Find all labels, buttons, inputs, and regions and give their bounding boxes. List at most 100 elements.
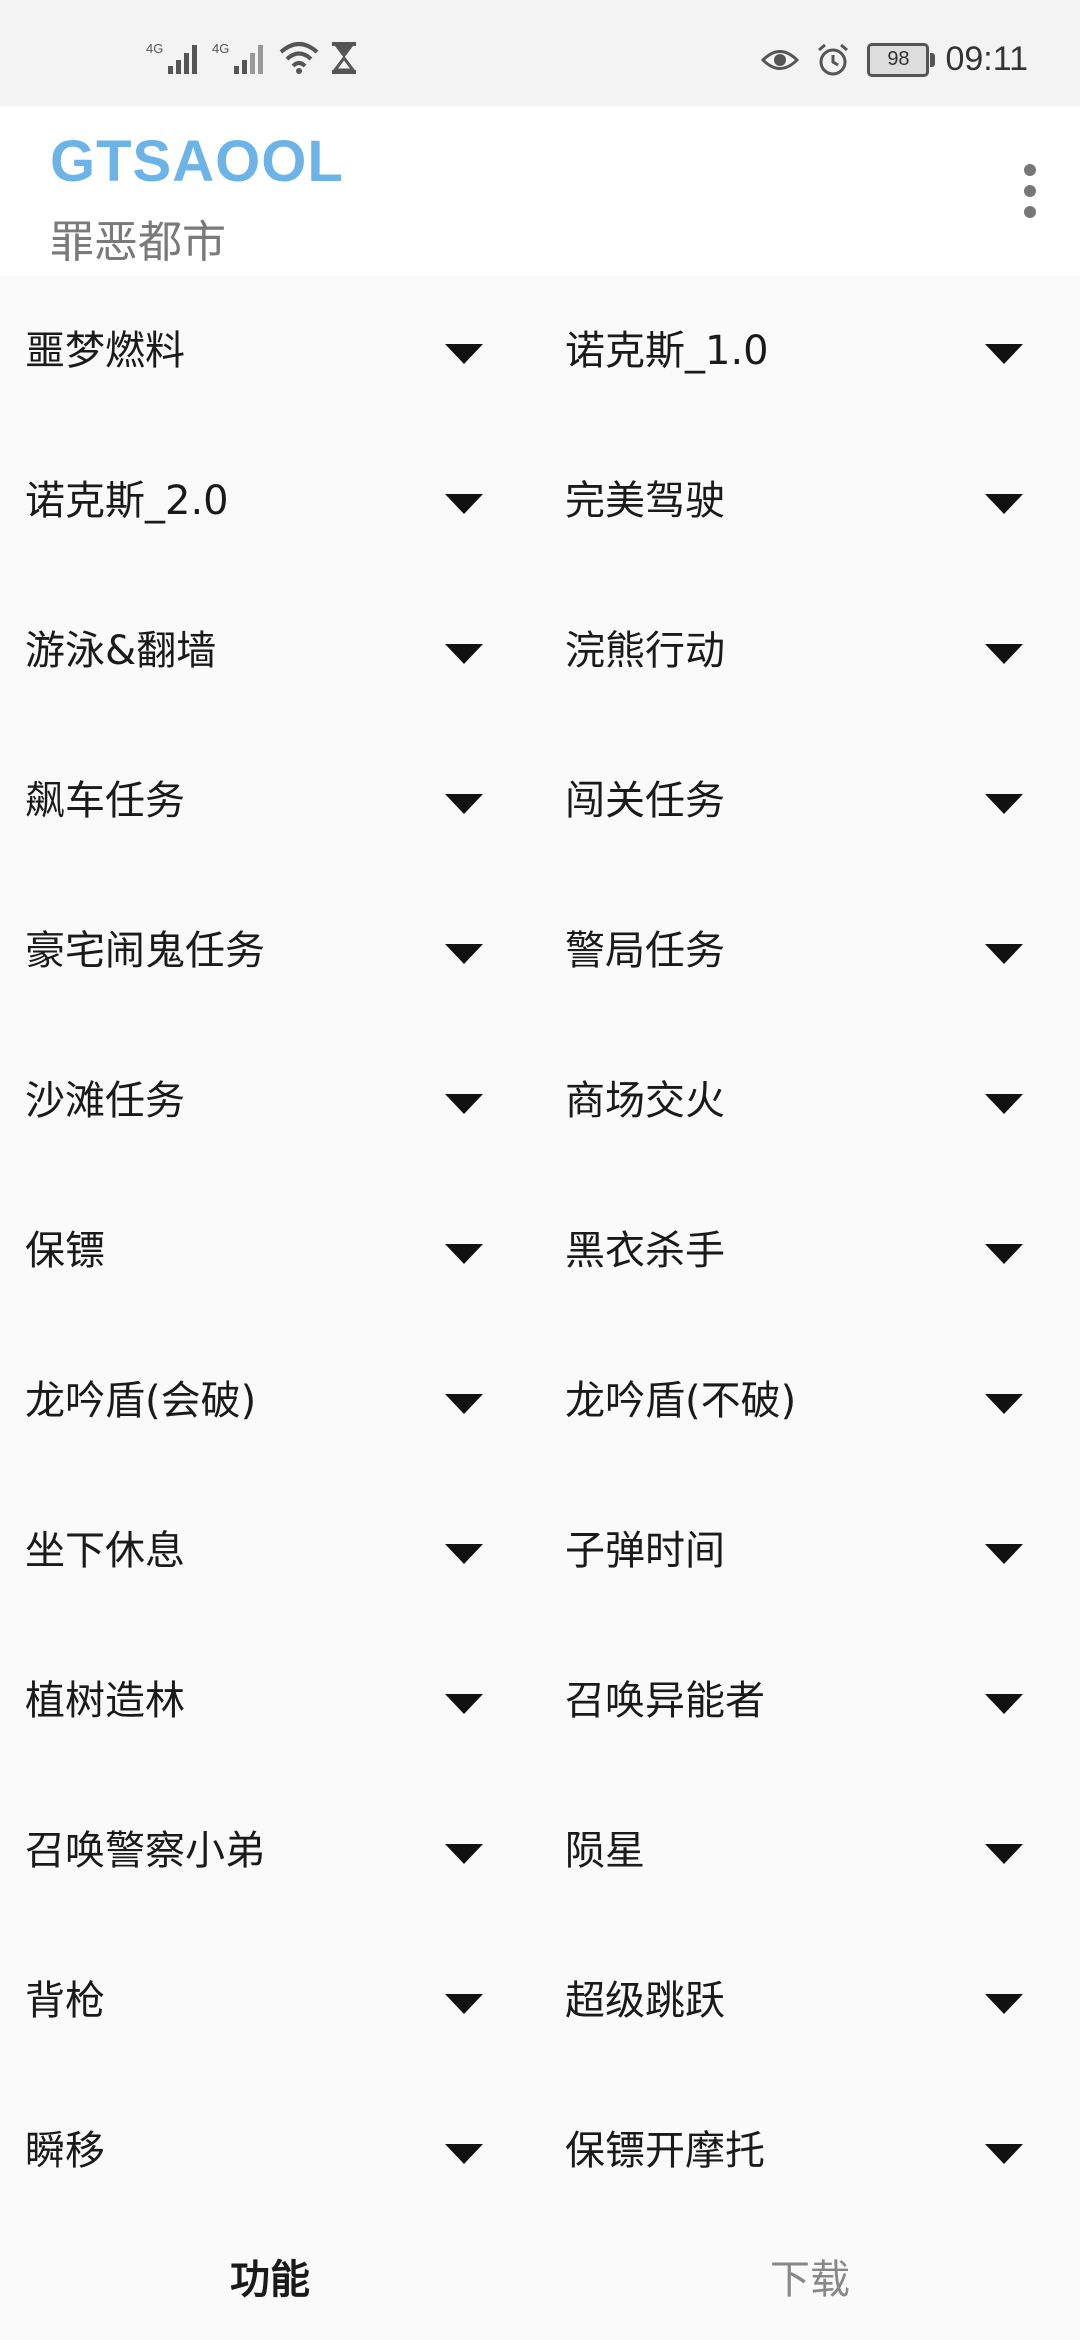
dropdown-label: 子弹时间: [565, 1528, 725, 1574]
grid-row: 坐下休息 子弹时间: [0, 1476, 1080, 1626]
dropdown-label: 完美驾驶: [565, 478, 725, 524]
dropdown-item[interactable]: 完美驾驶: [540, 426, 1080, 576]
tab-functions[interactable]: 功能: [0, 2212, 540, 2340]
dropdown-label: 噩梦燃料: [25, 328, 185, 374]
dropdown-label: 陨星: [565, 1828, 645, 1874]
dropdown-item[interactable]: 陨星: [540, 1776, 1080, 1926]
grid-row: 诺克斯_2.0 完美驾驶: [0, 426, 1080, 576]
dropdown-label: 浣熊行动: [565, 628, 725, 674]
dropdown-arrow-icon: [445, 344, 483, 364]
dropdown-item[interactable]: 保镖: [0, 1176, 540, 1326]
dropdown-item[interactable]: 沙滩任务: [0, 1026, 540, 1176]
dropdown-item[interactable]: 诺克斯_2.0: [0, 426, 540, 576]
wifi-icon: [279, 42, 319, 74]
sim2-label: 4G: [212, 41, 229, 56]
dropdown-arrow-icon: [445, 794, 483, 814]
dropdown-arrow-icon: [445, 494, 483, 514]
dropdown-arrow-icon: [445, 2144, 483, 2164]
dropdown-item[interactable]: 警局任务: [540, 876, 1080, 1026]
grid-row: 沙滩任务 商场交火: [0, 1026, 1080, 1176]
grid-row: 游泳&翻墙 浣熊行动: [0, 576, 1080, 726]
dropdown-item[interactable]: 召唤警察小弟: [0, 1776, 540, 1926]
dropdown-arrow-icon: [445, 1544, 483, 1564]
dropdown-item[interactable]: 瞬移: [0, 2076, 540, 2226]
status-bar: 4G 4G 98 09:11: [0, 0, 1080, 106]
dropdown-arrow-icon: [985, 1394, 1023, 1414]
dropdown-arrow-icon: [445, 1994, 483, 2014]
dropdown-label: 诺克斯_2.0: [25, 478, 229, 524]
dropdown-label: 超级跳跃: [565, 1978, 725, 2024]
battery-icon: 98: [867, 42, 936, 77]
dropdown-arrow-icon: [985, 344, 1023, 364]
grid-row: 噩梦燃料 诺克斯_1.0: [0, 276, 1080, 426]
status-time: 09:11: [945, 40, 1028, 78]
dropdown-arrow-icon: [985, 1994, 1023, 2014]
dropdown-label: 召唤异能者: [565, 1678, 765, 1724]
dropdown-label: 龙吟盾(不破): [565, 1378, 797, 1424]
dropdown-item[interactable]: 超级跳跃: [540, 1926, 1080, 2076]
dropdown-label: 黑衣杀手: [565, 1228, 725, 1274]
dropdown-arrow-icon: [985, 1844, 1023, 1864]
dropdown-item[interactable]: 子弹时间: [540, 1476, 1080, 1626]
dropdown-label: 游泳&翻墙: [25, 628, 217, 674]
bottom-tab-bar: 功能 下载: [0, 2212, 1080, 2340]
dropdown-arrow-icon: [985, 644, 1023, 664]
dropdown-item[interactable]: 坐下休息: [0, 1476, 540, 1626]
eye-icon: [761, 49, 800, 70]
dropdown-label: 飙车任务: [25, 778, 185, 824]
dropdown-arrow-icon: [985, 1244, 1023, 1264]
dropdown-label: 龙吟盾(会破): [25, 1378, 257, 1424]
dropdown-item[interactable]: 召唤异能者: [540, 1626, 1080, 1776]
dropdown-arrow-icon: [985, 1694, 1023, 1714]
app-subtitle: 罪恶都市: [50, 217, 226, 268]
signal-icon: 4G: [146, 41, 197, 74]
dropdown-arrow-icon: [985, 494, 1023, 514]
overflow-menu-button[interactable]: [1010, 156, 1050, 226]
dropdown-item[interactable]: 龙吟盾(不破): [540, 1326, 1080, 1476]
feature-grid: 噩梦燃料 诺克斯_1.0 诺克斯_2.0 完美驾驶 游泳&翻墙 浣熊行动 飙车任…: [0, 276, 1080, 2226]
dropdown-item[interactable]: 商场交火: [540, 1026, 1080, 1176]
dropdown-item[interactable]: 闯关任务: [540, 726, 1080, 876]
dropdown-item[interactable]: 诺克斯_1.0: [540, 276, 1080, 426]
alarm-icon: [818, 43, 849, 75]
hourglass-icon: [332, 42, 356, 74]
dropdown-label: 闯关任务: [565, 778, 725, 824]
dropdown-item[interactable]: 游泳&翻墙: [0, 576, 540, 726]
dropdown-arrow-icon: [985, 1544, 1023, 1564]
dropdown-item[interactable]: 飙车任务: [0, 726, 540, 876]
sim1-label: 4G: [146, 41, 163, 56]
dropdown-item[interactable]: 背枪: [0, 1926, 540, 2076]
battery-level: 98: [887, 48, 910, 70]
grid-row: 背枪 超级跳跃: [0, 1926, 1080, 2076]
dropdown-label: 瞬移: [25, 2128, 105, 2174]
dropdown-item[interactable]: 植树造林: [0, 1626, 540, 1776]
signal-icon: 4G: [212, 41, 263, 74]
dropdown-label: 召唤警察小弟: [25, 1828, 265, 1874]
dropdown-label: 沙滩任务: [25, 1078, 185, 1124]
dropdown-arrow-icon: [445, 944, 483, 964]
dropdown-item[interactable]: 豪宅闹鬼任务: [0, 876, 540, 1026]
grid-row: 保镖 黑衣杀手: [0, 1176, 1080, 1326]
dropdown-label: 坐下休息: [25, 1528, 185, 1574]
dropdown-arrow-icon: [985, 944, 1023, 964]
dropdown-arrow-icon: [985, 2144, 1023, 2164]
dropdown-item[interactable]: 龙吟盾(会破): [0, 1326, 540, 1476]
grid-row: 豪宅闹鬼任务 警局任务: [0, 876, 1080, 1026]
dropdown-label: 保镖开摩托: [565, 2128, 765, 2174]
dropdown-arrow-icon: [445, 1694, 483, 1714]
dropdown-arrow-icon: [445, 1844, 483, 1864]
dropdown-label: 警局任务: [565, 928, 725, 974]
app-header: GTSAOOL 罪恶都市: [0, 106, 1080, 276]
dropdown-label: 诺克斯_1.0: [565, 328, 769, 374]
dropdown-label: 植树造林: [25, 1678, 185, 1724]
dropdown-arrow-icon: [985, 794, 1023, 814]
dropdown-item[interactable]: 黑衣杀手: [540, 1176, 1080, 1326]
tab-download[interactable]: 下载: [540, 2212, 1080, 2340]
app-title: GTSAOOL: [50, 129, 344, 194]
grid-row: 瞬移 保镖开摩托: [0, 2076, 1080, 2226]
grid-row: 龙吟盾(会破) 龙吟盾(不破): [0, 1326, 1080, 1476]
status-bar-left: 4G 4G: [146, 40, 358, 76]
dropdown-item[interactable]: 保镖开摩托: [540, 2076, 1080, 2226]
dropdown-item[interactable]: 噩梦燃料: [0, 276, 540, 426]
dropdown-item[interactable]: 浣熊行动: [540, 576, 1080, 726]
